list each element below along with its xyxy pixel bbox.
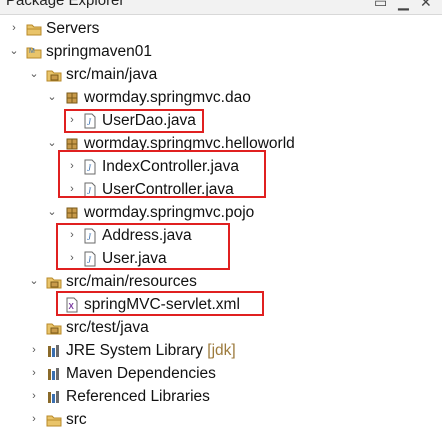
tree-item-src[interactable]: › src	[0, 408, 442, 431]
tree-item-label: Referenced Libraries	[66, 388, 210, 405]
highlight-box-pojo	[56, 223, 230, 270]
tree-item-src-main-resources[interactable]: ⌄ src/main/resources	[0, 270, 442, 293]
chevron-right-icon[interactable]: ›	[8, 17, 20, 40]
highlight-box-xml	[56, 291, 264, 316]
view-title-bar: Package Explorer ▭ ▁ ✕	[0, 0, 442, 15]
chevron-down-icon[interactable]: ⌄	[28, 63, 40, 86]
svg-text:M: M	[29, 48, 35, 55]
tree-item-label: wormday.springmvc.dao	[84, 89, 251, 106]
chevron-right-icon[interactable]: ›	[28, 408, 40, 431]
chevron-right-icon[interactable]: ›	[28, 385, 40, 408]
project-icon: M	[26, 44, 42, 60]
library-icon	[46, 343, 62, 359]
tree-item-package-pojo[interactable]: ⌄ wormday.springmvc.pojo	[0, 201, 442, 224]
tree-item-src-main-java[interactable]: ⌄ src/main/java	[0, 63, 442, 86]
tree-item-label: JRE System Library [jdk]	[66, 339, 236, 362]
folder-icon	[46, 412, 62, 428]
chevron-right-icon[interactable]: ›	[28, 339, 40, 362]
view-title: Package Explorer	[6, 0, 125, 9]
tree-item-referenced-libraries[interactable]: › Referenced Libraries	[0, 385, 442, 408]
source-folder-icon	[46, 274, 62, 290]
chevron-right-icon[interactable]: ›	[28, 362, 40, 385]
chevron-down-icon[interactable]: ⌄	[28, 270, 40, 293]
library-suffix: [jdk]	[207, 342, 236, 359]
tree-item-jre-library[interactable]: › JRE System Library [jdk]	[0, 339, 442, 362]
tree-item-maven-dependencies[interactable]: › Maven Dependencies	[0, 362, 442, 385]
tree-item-label: Maven Dependencies	[66, 365, 216, 382]
source-folder-icon	[46, 320, 62, 336]
tree-item-label: src	[66, 411, 87, 428]
tree-item-label: wormday.springmvc.pojo	[84, 204, 255, 221]
library-icon	[46, 366, 62, 382]
chevron-down-icon[interactable]: ⌄	[46, 201, 58, 224]
chevron-down-icon[interactable]: ⌄	[46, 86, 58, 109]
close-icon[interactable]: ✕	[420, 0, 432, 11]
tree-item-servers[interactable]: › Servers	[0, 17, 442, 40]
package-icon	[64, 90, 80, 106]
tree-item-label: src/test/java	[66, 319, 149, 336]
tree-item-label: Servers	[46, 20, 100, 37]
minimize-icon[interactable]: ▁	[398, 0, 409, 11]
chevron-down-icon[interactable]: ⌄	[8, 40, 20, 63]
library-icon	[46, 389, 62, 405]
highlight-box-dao	[64, 109, 204, 133]
tree-item-package-dao[interactable]: ⌄ wormday.springmvc.dao	[0, 86, 442, 109]
library-name: JRE System Library	[66, 342, 203, 359]
highlight-box-helloworld	[58, 150, 266, 198]
tree-item-label: springmaven01	[46, 43, 152, 60]
package-icon	[64, 205, 80, 221]
tree-item-src-test-java[interactable]: src/test/java	[0, 316, 442, 339]
tree-item-label: src/main/resources	[66, 273, 197, 290]
source-folder-icon	[46, 67, 62, 83]
tree-item-project[interactable]: ⌄ M springmaven01	[0, 40, 442, 63]
view-menu-icon[interactable]: ▭	[374, 0, 387, 11]
folder-icon	[26, 21, 42, 37]
chevron-down-icon[interactable]: ⌄	[46, 132, 58, 155]
tree-item-label: src/main/java	[66, 66, 158, 83]
